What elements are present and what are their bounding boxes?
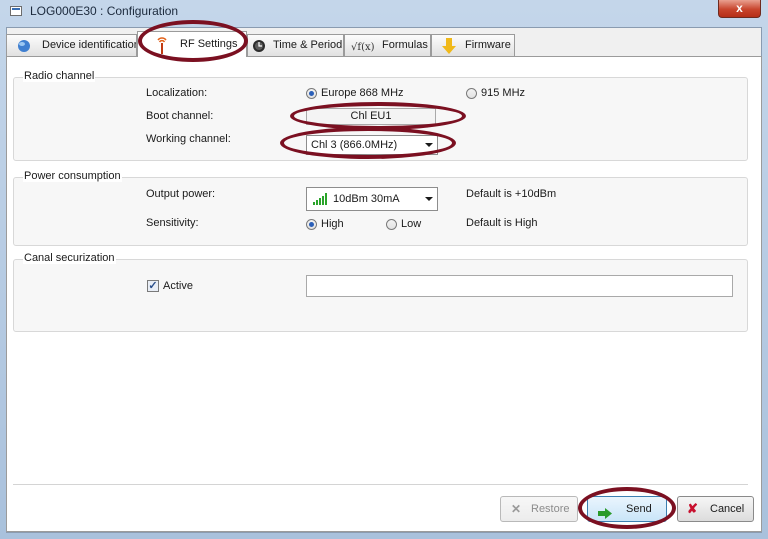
localization-label: Localization: bbox=[146, 87, 208, 99]
close-button[interactable]: x bbox=[718, 0, 761, 18]
download-arrow-icon bbox=[442, 38, 456, 54]
radio-sensitivity-low[interactable] bbox=[386, 219, 397, 230]
chevron-down-icon bbox=[425, 143, 433, 147]
sensitivity-label: Sensitivity: bbox=[146, 217, 199, 229]
output-power-label: Output power: bbox=[146, 188, 216, 200]
output-power-select[interactable]: 10dBm 30mA bbox=[306, 187, 438, 211]
send-button[interactable]: Send bbox=[587, 496, 667, 522]
tab-label: RF Settings bbox=[180, 38, 238, 50]
globe-icon bbox=[17, 39, 31, 53]
group-title: Radio channel bbox=[23, 70, 96, 82]
boot-channel-label: Boot channel: bbox=[146, 110, 214, 122]
close-icon: ✕ bbox=[511, 502, 522, 516]
radio-sensitivity-low-label[interactable]: Low bbox=[401, 218, 421, 230]
group-title: Power consumption bbox=[23, 170, 122, 182]
tab-time-period[interactable]: Time & Period bbox=[247, 34, 344, 56]
title-bar[interactable]: LOG000E30 : Configuration x bbox=[0, 0, 768, 24]
radio-sensitivity-high[interactable] bbox=[306, 219, 317, 230]
tab-label: Formulas bbox=[382, 39, 428, 51]
securization-key-input[interactable] bbox=[306, 275, 733, 297]
output-power-value: 10dBm 30mA bbox=[333, 193, 400, 205]
working-channel-select[interactable]: Chl 3 (866.0MHz) bbox=[306, 135, 438, 155]
cancel-button[interactable]: ✘ Cancel bbox=[677, 496, 754, 522]
output-power-default: Default is +10dBm bbox=[466, 188, 557, 200]
window-icon bbox=[10, 6, 22, 16]
configuration-window: LOG000E30 : Configuration x Device ident… bbox=[0, 0, 768, 539]
sensitivity-default: Default is High bbox=[466, 217, 538, 229]
tab-label: Device identification bbox=[42, 39, 137, 51]
tab-strip: Device identification RF Settings Time &… bbox=[6, 31, 756, 57]
radio-915-label[interactable]: 915 MHz bbox=[481, 87, 525, 99]
active-checkbox[interactable]: ✓ bbox=[147, 280, 159, 292]
restore-button-label: Restore bbox=[531, 503, 570, 515]
restore-button[interactable]: ✕ Restore bbox=[500, 496, 578, 522]
active-checkbox-label[interactable]: Active bbox=[163, 280, 193, 292]
window-title: LOG000E30 : Configuration bbox=[30, 4, 179, 18]
clock-icon bbox=[252, 39, 266, 53]
working-channel-label: Working channel: bbox=[146, 133, 231, 145]
tab-label: Firmware bbox=[465, 39, 511, 51]
formula-icon: √f(x) bbox=[351, 42, 375, 53]
tab-device-identification[interactable]: Device identification bbox=[6, 34, 137, 56]
arrow-right-icon bbox=[598, 504, 612, 528]
cancel-x-icon: ✘ bbox=[687, 501, 698, 516]
radio-europe-868-label[interactable]: Europe 868 MHz bbox=[321, 87, 404, 99]
tab-label: Time & Period bbox=[273, 39, 343, 51]
cancel-button-label: Cancel bbox=[710, 503, 745, 515]
tab-firmware[interactable]: Firmware bbox=[431, 34, 515, 56]
tab-formulas[interactable]: √f(x) Formulas bbox=[344, 34, 431, 56]
send-button-label: Send bbox=[626, 503, 652, 515]
working-channel-value: Chl 3 (866.0MHz) bbox=[311, 139, 398, 151]
radio-sensitivity-high-label[interactable]: High bbox=[321, 218, 344, 230]
group-title: Canal securization bbox=[23, 252, 116, 264]
antenna-icon bbox=[156, 36, 168, 54]
radio-915[interactable] bbox=[466, 88, 477, 99]
signal-strength-icon bbox=[313, 193, 329, 205]
chevron-down-icon bbox=[425, 197, 433, 201]
tab-rf-settings[interactable]: RF Settings bbox=[137, 31, 247, 57]
boot-channel-field: Chl EU1 bbox=[306, 108, 436, 125]
footer-divider bbox=[13, 484, 748, 485]
radio-europe-868[interactable] bbox=[306, 88, 317, 99]
